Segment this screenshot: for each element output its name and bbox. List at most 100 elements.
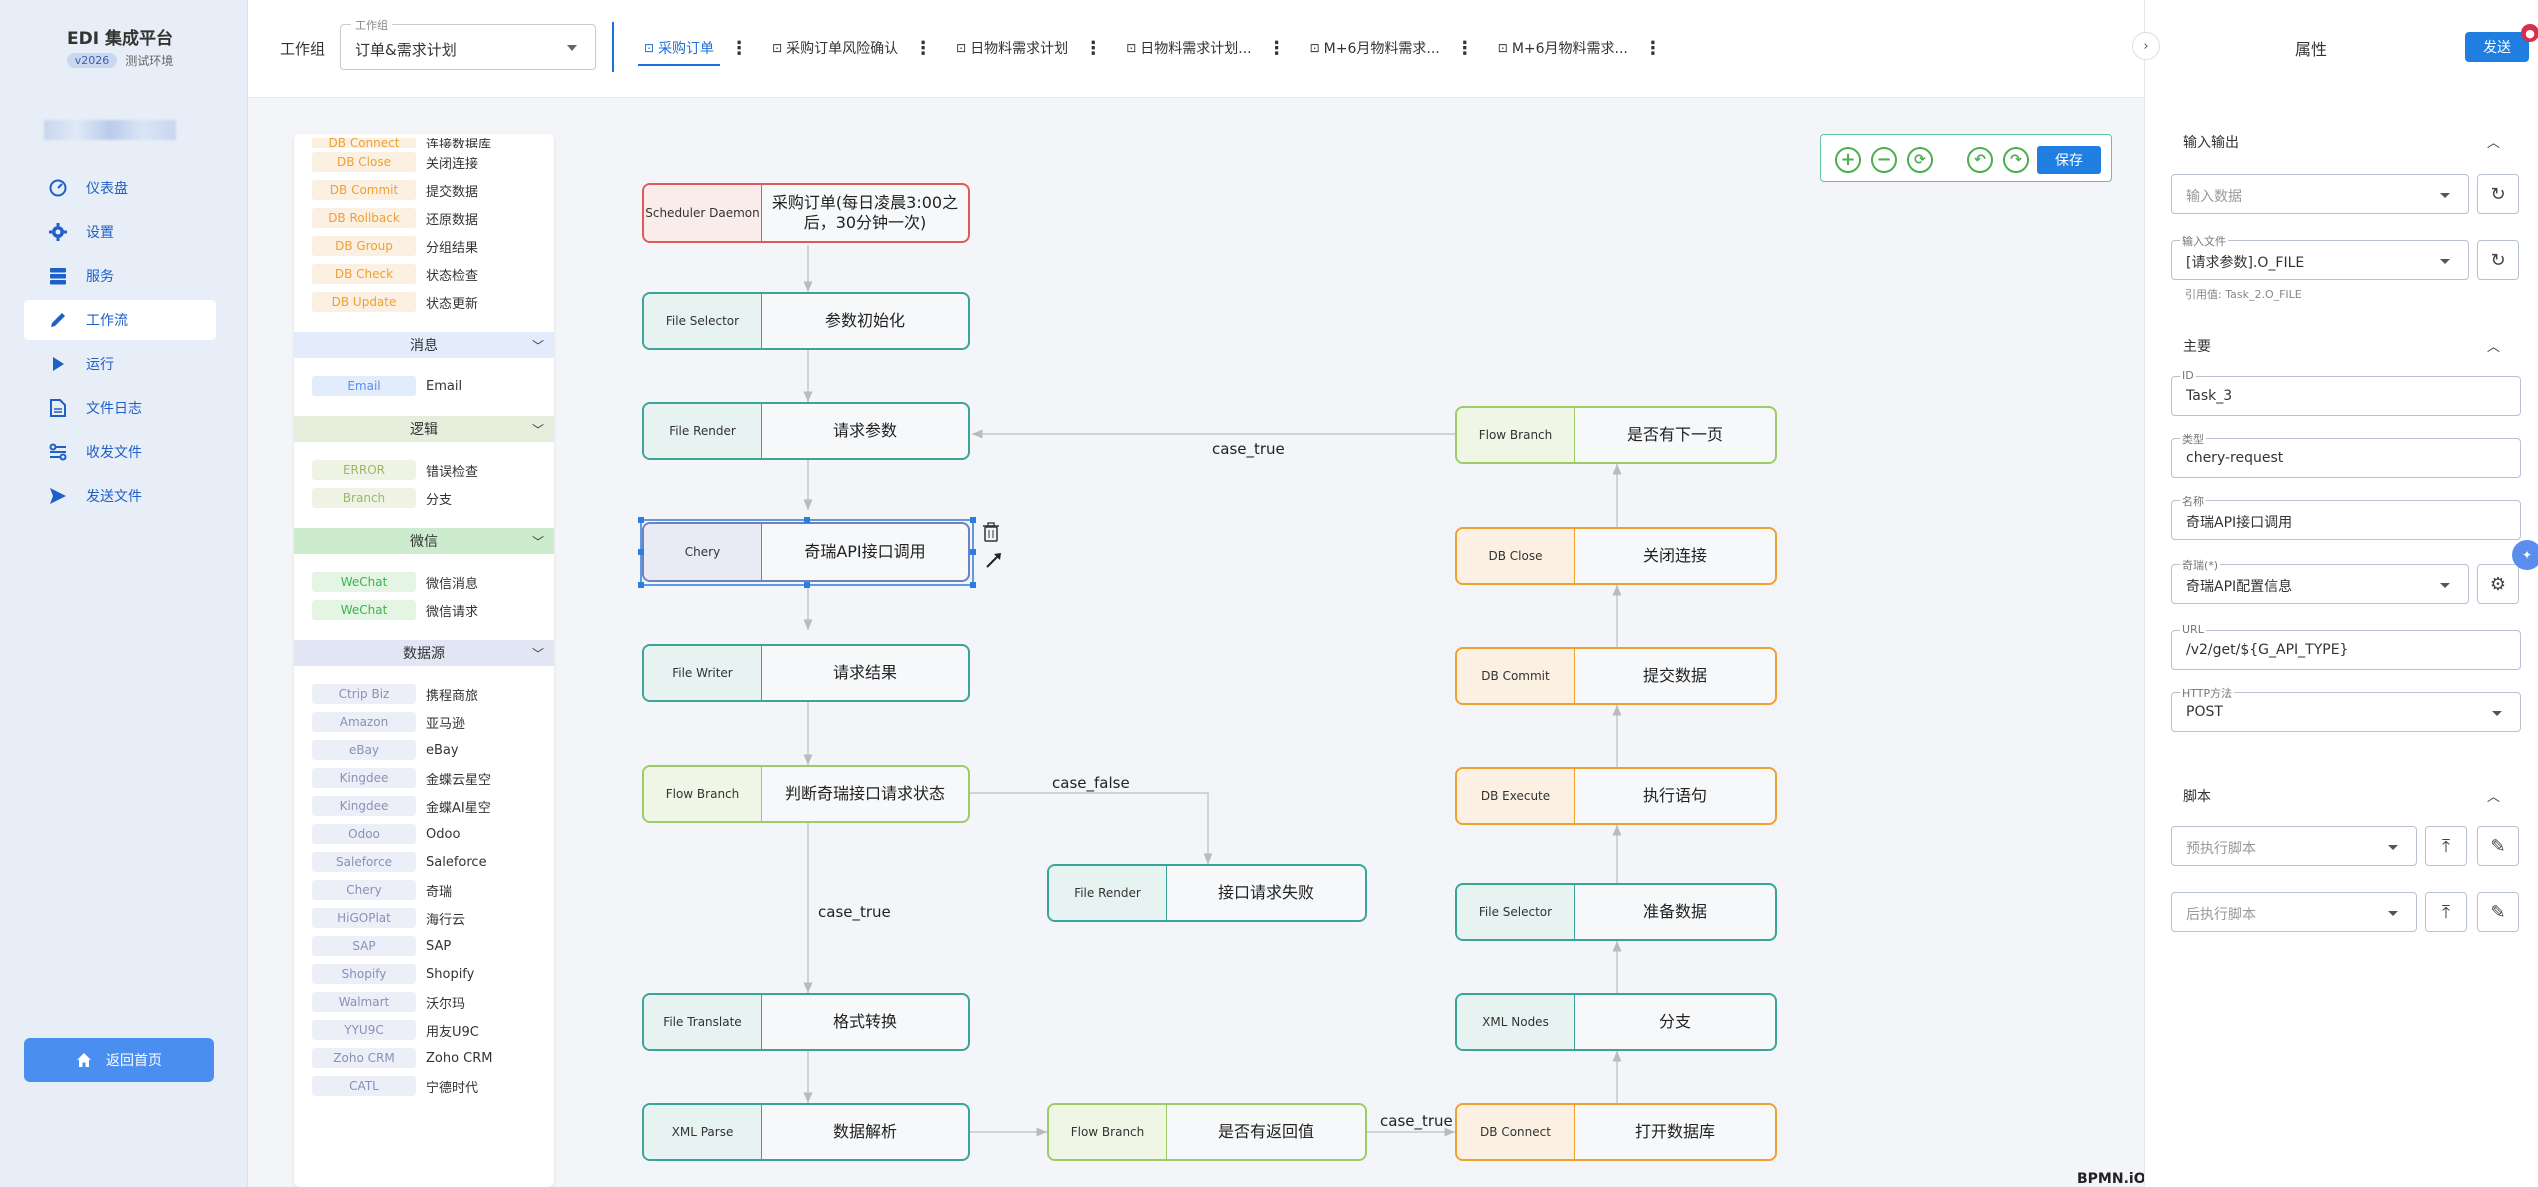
palette-section-header[interactable]: 数据源 ﹀	[294, 640, 554, 666]
nav-item-5[interactable]: 文件日志	[24, 388, 216, 428]
zoom-out-icon[interactable]: −	[1871, 147, 1897, 173]
palette-item[interactable]: Zoho CRM Zoho CRM	[294, 1044, 554, 1072]
flow-node-n4[interactable]: Chery 奇瑞API接口调用	[642, 522, 970, 582]
gear-icon[interactable]: ⚙	[2477, 564, 2519, 604]
nav-item-0[interactable]: 仪表盘	[24, 168, 216, 208]
refresh-icon[interactable]: ↻	[2477, 240, 2519, 280]
palette-item[interactable]: Ctrip Biz 携程商旅	[294, 680, 554, 708]
http-method-select[interactable]: HTTP方法 POST	[2171, 685, 2521, 732]
save-button[interactable]: 保存	[2037, 146, 2101, 174]
flow-node-n10[interactable]: Flow Branch 是否有返回值	[1047, 1103, 1367, 1161]
reset-icon[interactable]: ⟳	[1907, 147, 1933, 173]
tab-2[interactable]: ⊡ 日物料需求计划	[942, 28, 1082, 68]
tab-4[interactable]: ⊡ M+6月物料需求...	[1296, 28, 1454, 68]
palette-section-header[interactable]: 逻辑 ﹀	[294, 416, 554, 442]
flow-node-n5[interactable]: File Writer 请求结果	[642, 644, 970, 702]
upload-icon[interactable]: ⤒	[2425, 826, 2467, 866]
bpmn-canvas[interactable]: case_true case_false case_true case_true…	[560, 98, 2146, 1187]
palette-item[interactable]: Branch 分支	[294, 484, 554, 512]
flow-node-n2[interactable]: File Selector 参数初始化	[642, 292, 970, 350]
nav-item-2[interactable]: 服务	[24, 256, 216, 296]
more-vertical-icon[interactable]: ⋮	[1642, 28, 1664, 68]
name-field[interactable]: 名称 奇瑞API接口调用	[2171, 493, 2521, 540]
flow-node-n13[interactable]: File Selector 准备数据	[1455, 883, 1777, 941]
edit-icon[interactable]: ✎	[2477, 826, 2519, 866]
chevron-up-icon[interactable]: ︿	[2487, 786, 2500, 805]
palette-item[interactable]: eBay eBay	[294, 736, 554, 764]
redo-icon[interactable]: ↷	[2003, 147, 2029, 173]
edit-icon[interactable]: ✎	[2477, 892, 2519, 932]
flow-node-n8[interactable]: File Translate 格式转换	[642, 993, 970, 1051]
palette-item[interactable]: YYU9C 用友U9C	[294, 1016, 554, 1044]
palette-item[interactable]: Kingdee 金蝶云星空	[294, 764, 554, 792]
palette-item[interactable]: DB Close 关闭连接	[294, 148, 554, 176]
upload-icon[interactable]: ⤒	[2425, 892, 2467, 932]
chevron-up-icon[interactable]: ︿	[2487, 336, 2500, 355]
connect-arrow-icon[interactable]	[984, 550, 1004, 570]
more-vertical-icon[interactable]: ⋮	[1082, 28, 1104, 68]
flow-node-n9[interactable]: XML Parse 数据解析	[642, 1103, 970, 1161]
flow-node-n11[interactable]: DB Connect 打开数据库	[1455, 1103, 1777, 1161]
palette-item[interactable]: WeChat 微信请求	[294, 596, 554, 624]
palette-item[interactable]: Kingdee 金蝶AI星空	[294, 792, 554, 820]
nav-item-6[interactable]: 收发文件	[24, 432, 216, 472]
flow-node-n7[interactable]: File Render 接口请求失败	[1047, 864, 1367, 922]
palette-item[interactable]: Chery 奇瑞	[294, 876, 554, 904]
more-vertical-icon[interactable]: ⋮	[728, 28, 750, 68]
palette-section-header[interactable]: 消息 ﹀	[294, 332, 554, 358]
palette-item[interactable]: DB Update 状态更新	[294, 288, 554, 316]
assistant-fab[interactable]: ✦	[2512, 540, 2538, 570]
tab-0[interactable]: ⊡ 采购订单	[630, 28, 728, 68]
more-vertical-icon[interactable]: ⋮	[912, 28, 934, 68]
send-button[interactable]: 发送	[2465, 32, 2529, 62]
chevron-right-icon[interactable]: ›	[2132, 32, 2160, 60]
input-file-select[interactable]: 输入文件 [请求参数].O_FILE	[2171, 233, 2469, 280]
palette-section-header[interactable]: 微信 ﹀	[294, 528, 554, 554]
flow-node-n3[interactable]: File Render 请求参数	[642, 402, 970, 460]
tab-3[interactable]: ⊡ 日物料需求计划...	[1112, 28, 1265, 68]
more-vertical-icon[interactable]: ⋮	[1266, 28, 1288, 68]
flow-node-n17[interactable]: Flow Branch 是否有下一页	[1455, 406, 1777, 464]
flow-node-n15[interactable]: DB Commit 提交数据	[1455, 647, 1777, 705]
palette-item[interactable]: WeChat 微信消息	[294, 568, 554, 596]
palette-item[interactable]: DB Check 状态检查	[294, 260, 554, 288]
palette-item[interactable]: DB Commit 提交数据	[294, 176, 554, 204]
palette-item[interactable]: DB Group 分组结果	[294, 232, 554, 260]
nav-item-4[interactable]: 运行	[24, 344, 216, 384]
zoom-in-icon[interactable]: +	[1835, 147, 1861, 173]
chevron-up-icon[interactable]: ︿	[2487, 132, 2500, 151]
palette-item[interactable]: ERROR 错误检查	[294, 456, 554, 484]
type-field[interactable]: 类型 chery-request	[2171, 431, 2521, 478]
chery-config-select[interactable]: 奇瑞(*) 奇瑞API配置信息	[2171, 557, 2469, 604]
palette-item[interactable]: Odoo Odoo	[294, 820, 554, 848]
trash-icon[interactable]	[982, 522, 1000, 542]
url-field[interactable]: URL /v2/get/${G_API_TYPE}	[2171, 623, 2521, 670]
palette-item[interactable]: SAP SAP	[294, 932, 554, 960]
palette-item[interactable]: Amazon 亚马逊	[294, 708, 554, 736]
flow-node-n16[interactable]: DB Close 关闭连接	[1455, 527, 1777, 585]
palette-item[interactable]: CATL 宁德时代	[294, 1072, 554, 1100]
undo-icon[interactable]: ↶	[1967, 147, 1993, 173]
flow-node-n12[interactable]: XML Nodes 分支	[1455, 993, 1777, 1051]
nav-item-7[interactable]: 发送文件	[24, 476, 216, 516]
more-vertical-icon[interactable]: ⋮	[1454, 28, 1476, 68]
flow-node-n14[interactable]: DB Execute 执行语句	[1455, 767, 1777, 825]
palette-item[interactable]: Shopify Shopify	[294, 960, 554, 988]
palette-item[interactable]: Email Email	[294, 372, 554, 400]
palette-item[interactable]: DB Connect 连接数据库	[294, 138, 554, 148]
palette-item[interactable]: HiGOPlat 海行云	[294, 904, 554, 932]
palette-item[interactable]: Saleforce Saleforce	[294, 848, 554, 876]
flow-node-n6[interactable]: Flow Branch 判断奇瑞接口请求状态	[642, 765, 970, 823]
palette-item[interactable]: Walmart 沃尔玛	[294, 988, 554, 1016]
flow-node-n1[interactable]: Scheduler Daemon 采购订单(每日凌晨3:00之后，30分钟一次)	[642, 183, 970, 243]
workgroup-select[interactable]: 工作组 订单&需求计划	[340, 17, 596, 70]
id-field[interactable]: ID Task_3	[2171, 369, 2521, 416]
pre-script-select[interactable]: 预执行脚本	[2171, 826, 2417, 866]
input-data-select[interactable]: 输入数据	[2171, 174, 2469, 214]
tab-5[interactable]: ⊡ M+6月物料需求...	[1484, 28, 1642, 68]
nav-item-1[interactable]: 设置	[24, 212, 216, 252]
palette-item[interactable]: DB Rollback 还原数据	[294, 204, 554, 232]
home-button[interactable]: 返回首页	[24, 1038, 214, 1082]
tab-1[interactable]: ⊡ 采购订单风险确认	[758, 28, 912, 68]
refresh-icon[interactable]: ↻	[2477, 174, 2519, 214]
